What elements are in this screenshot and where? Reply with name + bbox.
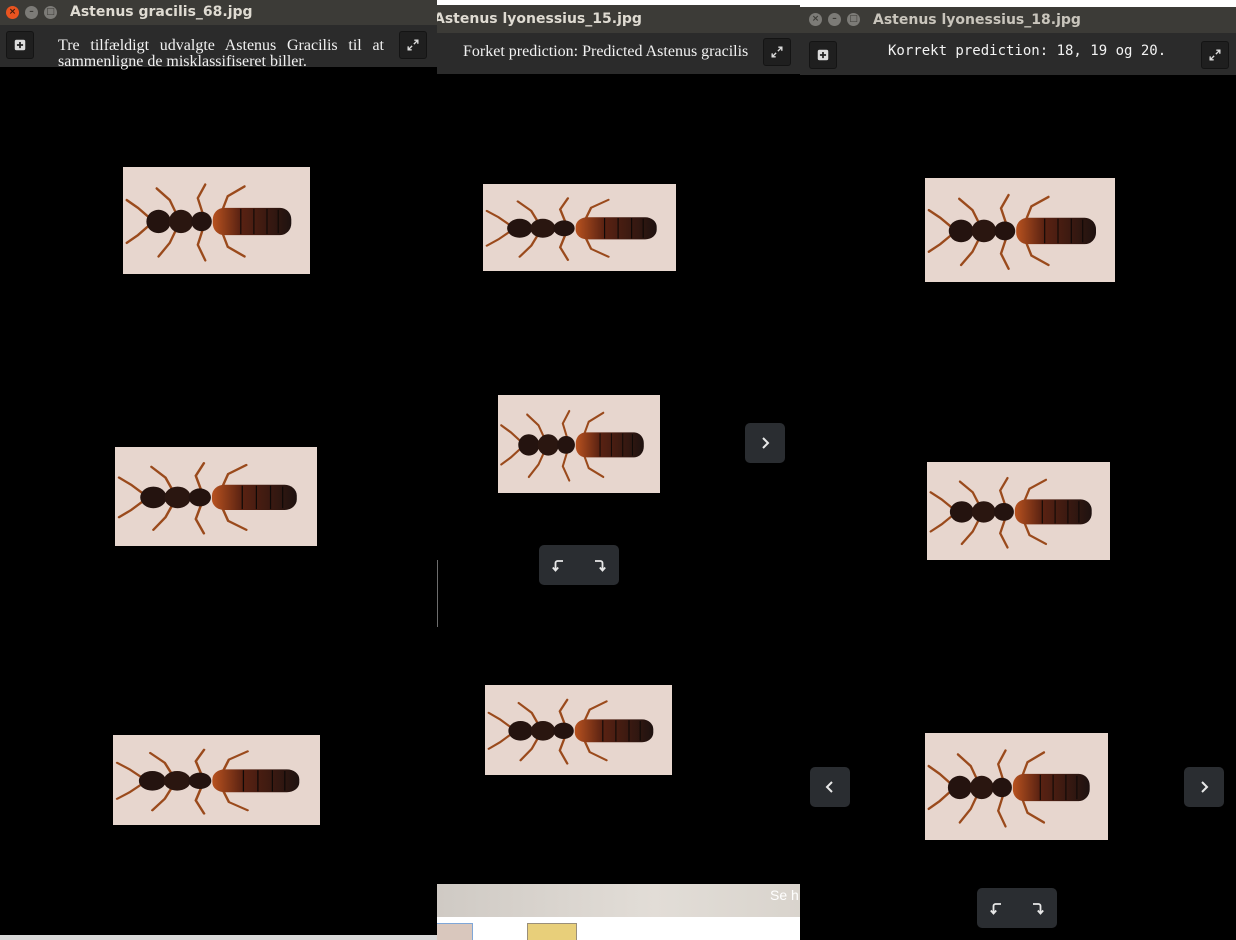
plus-icon — [816, 48, 830, 62]
beetle-image — [113, 735, 320, 825]
window-titlebar[interactable]: Astenus lyonessius_15.jpg — [437, 5, 800, 33]
image-caption: Forket prediction: Predicted Astenus gra… — [463, 44, 749, 60]
background-page-text: Se h — [770, 887, 799, 903]
viewer-window-middle: Astenus lyonessius_15.jpg Forket predict… — [437, 5, 800, 940]
chevron-left-icon — [822, 779, 838, 795]
expand-icon — [770, 45, 784, 59]
rotate-right-icon — [1029, 900, 1045, 916]
window-title: Astenus gracilis_68.jpg — [70, 4, 253, 20]
rotate-left-button[interactable] — [985, 896, 1009, 920]
beetle-image — [925, 733, 1108, 840]
background-page-strip: Se h — [437, 884, 800, 917]
close-icon[interactable]: × — [809, 13, 822, 26]
maximize-icon[interactable]: □ — [847, 13, 860, 26]
beetle-image — [115, 447, 317, 546]
viewer-window-right: × – □ Astenus lyonessius_18.jpg Korrekt … — [800, 7, 1236, 940]
plus-icon — [13, 38, 27, 52]
expand-button[interactable] — [1201, 41, 1229, 69]
background-page-thumbnails — [437, 917, 800, 940]
rotate-controls — [539, 545, 619, 585]
add-button[interactable] — [6, 31, 34, 59]
beetle-image — [483, 184, 676, 271]
next-image-button[interactable] — [745, 423, 785, 463]
window-divider — [437, 560, 438, 627]
window-titlebar[interactable]: × – □ Astenus gracilis_68.jpg — [0, 0, 437, 25]
rotate-controls — [977, 888, 1057, 928]
beetle-image — [925, 178, 1115, 282]
thumbnail[interactable] — [437, 923, 473, 940]
expand-button[interactable] — [763, 38, 791, 66]
window-title: Astenus lyonessius_18.jpg — [873, 12, 1081, 28]
chevron-right-icon — [757, 435, 773, 451]
viewer-toolbar: Tre tilfældigt udvalgte Astenus Gracilis… — [0, 25, 437, 70]
viewer-toolbar: Korrekt prediction: 18, 19 og 20. — [800, 33, 1236, 75]
beetle-image — [498, 395, 660, 493]
beetle-image — [485, 685, 672, 775]
rotate-left-button[interactable] — [547, 553, 571, 577]
image-caption: Tre tilfældigt udvalgte Astenus Gracilis… — [58, 37, 384, 70]
window-titlebar[interactable]: × – □ Astenus lyonessius_18.jpg — [800, 7, 1236, 33]
viewer-toolbar: Forket prediction: Predicted Astenus gra… — [437, 33, 800, 74]
beetle-image — [927, 462, 1110, 560]
thumbnail[interactable] — [527, 923, 577, 940]
minimize-icon[interactable]: – — [25, 6, 38, 19]
beetle-image — [123, 167, 310, 274]
next-image-button[interactable] — [1184, 767, 1224, 807]
rotate-right-icon — [591, 557, 607, 573]
rotate-right-button[interactable] — [587, 553, 611, 577]
previous-image-button[interactable] — [810, 767, 850, 807]
image-caption: Korrekt prediction: 18, 19 og 20. — [888, 43, 1167, 59]
rotate-left-icon — [989, 900, 1005, 916]
chevron-right-icon — [1196, 779, 1212, 795]
desktop-bottom-edge — [0, 935, 437, 940]
minimize-icon[interactable]: – — [828, 13, 841, 26]
add-button[interactable] — [809, 41, 837, 69]
expand-icon — [1208, 48, 1222, 62]
expand-button[interactable] — [399, 31, 427, 59]
maximize-icon[interactable]: □ — [44, 6, 57, 19]
window-title: Astenus lyonessius_15.jpg — [437, 11, 642, 27]
expand-icon — [406, 38, 420, 52]
rotate-left-icon — [551, 557, 567, 573]
viewer-window-left: × – □ Astenus gracilis_68.jpg Tre tilfæl… — [0, 0, 437, 935]
close-icon[interactable]: × — [6, 6, 19, 19]
rotate-right-button[interactable] — [1025, 896, 1049, 920]
